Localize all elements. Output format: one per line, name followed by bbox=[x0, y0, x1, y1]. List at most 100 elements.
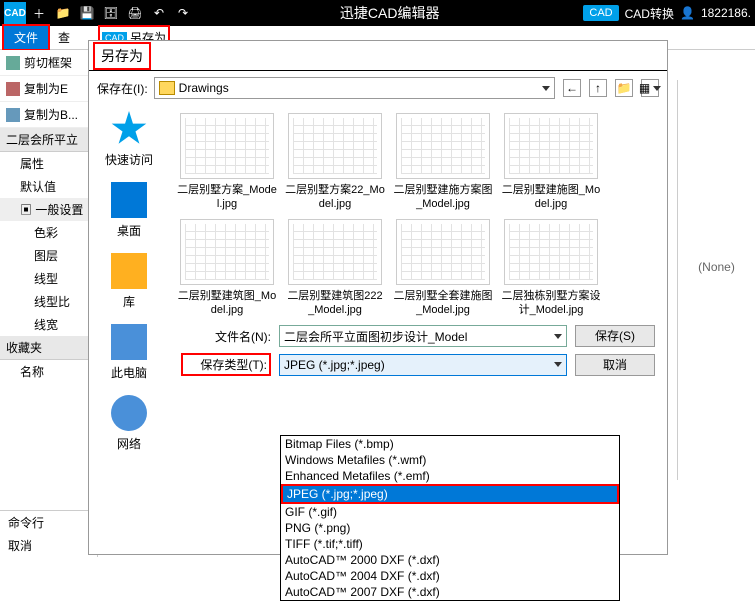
network-icon bbox=[111, 395, 147, 431]
file-item[interactable]: 二层别墅建筑图_Model.jpg bbox=[177, 219, 277, 317]
filetype-dropdown[interactable]: Bitmap Files (*.bmp)Windows Metafiles (*… bbox=[280, 435, 620, 601]
back-icon[interactable]: ← bbox=[563, 79, 581, 97]
file-name: 二层别墅方案_Model.jpg bbox=[177, 183, 277, 211]
print-icon[interactable]: 🖨 bbox=[124, 2, 146, 24]
file-name: 二层别墅建施图_Model.jpg bbox=[501, 183, 601, 211]
desktop-icon bbox=[111, 182, 147, 218]
command-area: 命令行 取消 bbox=[0, 510, 98, 557]
tree-name[interactable]: 名称 bbox=[0, 360, 97, 383]
savein-combo[interactable]: Drawings bbox=[154, 77, 555, 99]
filetype-option[interactable]: GIF (*.gif) bbox=[281, 504, 619, 520]
filename-input[interactable]: 二层会所平立面图初步设计_Model bbox=[279, 325, 567, 347]
copy-emf-action[interactable]: 复制为E bbox=[0, 76, 97, 102]
up-icon[interactable]: ↑ bbox=[589, 79, 607, 97]
cad-convert-link[interactable]: CAD转换 bbox=[625, 5, 674, 22]
tree-color[interactable]: 色彩 bbox=[0, 221, 97, 244]
file-item[interactable]: 二层别墅建施图_Model.jpg bbox=[501, 113, 601, 211]
thumbnail bbox=[396, 113, 490, 179]
folder-icon bbox=[159, 81, 175, 95]
savein-label: 保存在(I): bbox=[97, 80, 148, 97]
save-button[interactable]: 保存(S) bbox=[575, 325, 655, 347]
tree-linetype[interactable]: 线型 bbox=[0, 267, 97, 290]
file-item[interactable]: 二层独栋别墅方案设计_Model.jpg bbox=[501, 219, 601, 317]
tree-attributes[interactable]: 属性 bbox=[0, 152, 97, 175]
menu-view[interactable]: 查 bbox=[50, 26, 78, 49]
file-item[interactable]: 二层别墅方案22_Model.jpg bbox=[285, 113, 385, 211]
thumbnail bbox=[504, 113, 598, 179]
filetype-option[interactable]: AutoCAD™ 2000 DXF (*.dxf) bbox=[281, 552, 619, 568]
library-icon bbox=[111, 253, 147, 289]
file-item[interactable]: 二层别墅建筑图222_Model.jpg bbox=[285, 219, 385, 317]
user-id: 1822186. bbox=[701, 6, 751, 20]
tree-root[interactable]: 二层会所平立 bbox=[0, 128, 97, 152]
menu-file[interactable]: 文件 bbox=[2, 24, 50, 51]
preview-panel: (None) bbox=[677, 80, 755, 480]
file-item[interactable]: 二层别墅建施方案图_Model.jpg bbox=[393, 113, 493, 211]
places-sidebar: 快速访问 桌面 库 此电脑 网络 bbox=[89, 105, 169, 554]
nav-library[interactable]: 库 bbox=[89, 253, 169, 310]
cad-badge: CAD bbox=[583, 5, 618, 21]
cancel-line[interactable]: 取消 bbox=[0, 534, 98, 557]
user-icon[interactable]: 👤 bbox=[680, 6, 695, 20]
left-panel: 剪切框架 复制为E 复制为B... 二层会所平立 属性 默认值 ▣ 一般设置 色… bbox=[0, 50, 98, 557]
file-name: 二层独栋别墅方案设计_Model.jpg bbox=[501, 289, 601, 317]
cut-frame-action[interactable]: 剪切框架 bbox=[0, 50, 97, 76]
filename-label: 文件名(N): bbox=[181, 328, 271, 345]
app-title: 迅捷CAD编辑器 bbox=[196, 3, 583, 23]
file-item[interactable]: 二层别墅全套建施图_Model.jpg bbox=[393, 219, 493, 317]
thumbnail bbox=[288, 219, 382, 285]
file-name: 二层别墅方案22_Model.jpg bbox=[285, 183, 385, 211]
titlebar: CAD ＋ 📁 💾 🗄 🖨 ↶ ↷ 迅捷CAD编辑器 CAD CAD转换 👤 1… bbox=[0, 0, 755, 26]
filetype-label: 保存类型(T): bbox=[181, 353, 271, 376]
tree-favorites[interactable]: 收藏夹 bbox=[0, 336, 97, 360]
undo-icon[interactable]: ↶ bbox=[148, 2, 170, 24]
open-icon[interactable]: 📁 bbox=[52, 2, 74, 24]
filetype-option[interactable]: AutoCAD™ 2004 DXF (*.dxf) bbox=[281, 568, 619, 584]
saveall-icon[interactable]: 🗄 bbox=[100, 2, 122, 24]
tree-general-settings[interactable]: ▣ 一般设置 bbox=[0, 198, 97, 221]
nav-desktop[interactable]: 桌面 bbox=[89, 182, 169, 239]
filetype-option[interactable]: Bitmap Files (*.bmp) bbox=[281, 436, 619, 452]
save-icon[interactable]: 💾 bbox=[76, 2, 98, 24]
file-name: 二层别墅建施方案图_Model.jpg bbox=[393, 183, 493, 211]
savein-value: Drawings bbox=[179, 81, 539, 95]
thumbnail bbox=[180, 113, 274, 179]
filetype-option[interactable]: PNG (*.png) bbox=[281, 520, 619, 536]
tree-linescale[interactable]: 线型比 bbox=[0, 290, 97, 313]
file-name: 二层别墅建筑图222_Model.jpg bbox=[285, 289, 385, 317]
computer-icon bbox=[111, 324, 147, 360]
nav-quick[interactable]: 快速访问 bbox=[89, 111, 169, 168]
file-item[interactable]: 二层别墅方案_Model.jpg bbox=[177, 113, 277, 211]
copy-bmp-action[interactable]: 复制为B... bbox=[0, 102, 97, 128]
file-name: 二层别墅全套建施图_Model.jpg bbox=[393, 289, 493, 317]
thumbnail bbox=[288, 113, 382, 179]
tree-lineweight[interactable]: 线宽 bbox=[0, 313, 97, 336]
newfolder-icon[interactable]: 📁 bbox=[615, 79, 633, 97]
filetype-option[interactable]: JPEG (*.jpg;*.jpeg) bbox=[281, 484, 619, 504]
thumbnail bbox=[504, 219, 598, 285]
thumbnail bbox=[180, 219, 274, 285]
preview-none: (None) bbox=[698, 260, 735, 274]
emf-icon bbox=[6, 82, 20, 96]
bmp-icon bbox=[6, 108, 20, 122]
filetype-option[interactable]: AutoCAD™ 2007 DXF (*.dxf) bbox=[281, 584, 619, 600]
tree-default[interactable]: 默认值 bbox=[0, 175, 97, 198]
chevron-down-icon bbox=[542, 86, 550, 91]
file-name: 二层别墅建筑图_Model.jpg bbox=[177, 289, 277, 317]
thumbnail bbox=[396, 219, 490, 285]
redo-icon[interactable]: ↷ bbox=[172, 2, 194, 24]
filetype-option[interactable]: Enhanced Metafiles (*.emf) bbox=[281, 468, 619, 484]
command-line[interactable]: 命令行 bbox=[0, 511, 98, 534]
app-icon[interactable]: CAD bbox=[4, 2, 26, 24]
filetype-option[interactable]: TIFF (*.tif;*.tiff) bbox=[281, 536, 619, 552]
tree-layer[interactable]: 图层 bbox=[0, 244, 97, 267]
filetype-option[interactable]: Windows Metafiles (*.wmf) bbox=[281, 452, 619, 468]
star-icon bbox=[111, 111, 147, 147]
nav-network[interactable]: 网络 bbox=[89, 395, 169, 452]
view-icon[interactable]: ▦ bbox=[641, 79, 659, 97]
dialog-title: 另存为 bbox=[93, 42, 151, 70]
nav-thispc[interactable]: 此电脑 bbox=[89, 324, 169, 381]
new-icon[interactable]: ＋ bbox=[28, 2, 50, 24]
cancel-button[interactable]: 取消 bbox=[575, 354, 655, 376]
filetype-combo[interactable]: JPEG (*.jpg;*.jpeg) bbox=[279, 354, 567, 376]
